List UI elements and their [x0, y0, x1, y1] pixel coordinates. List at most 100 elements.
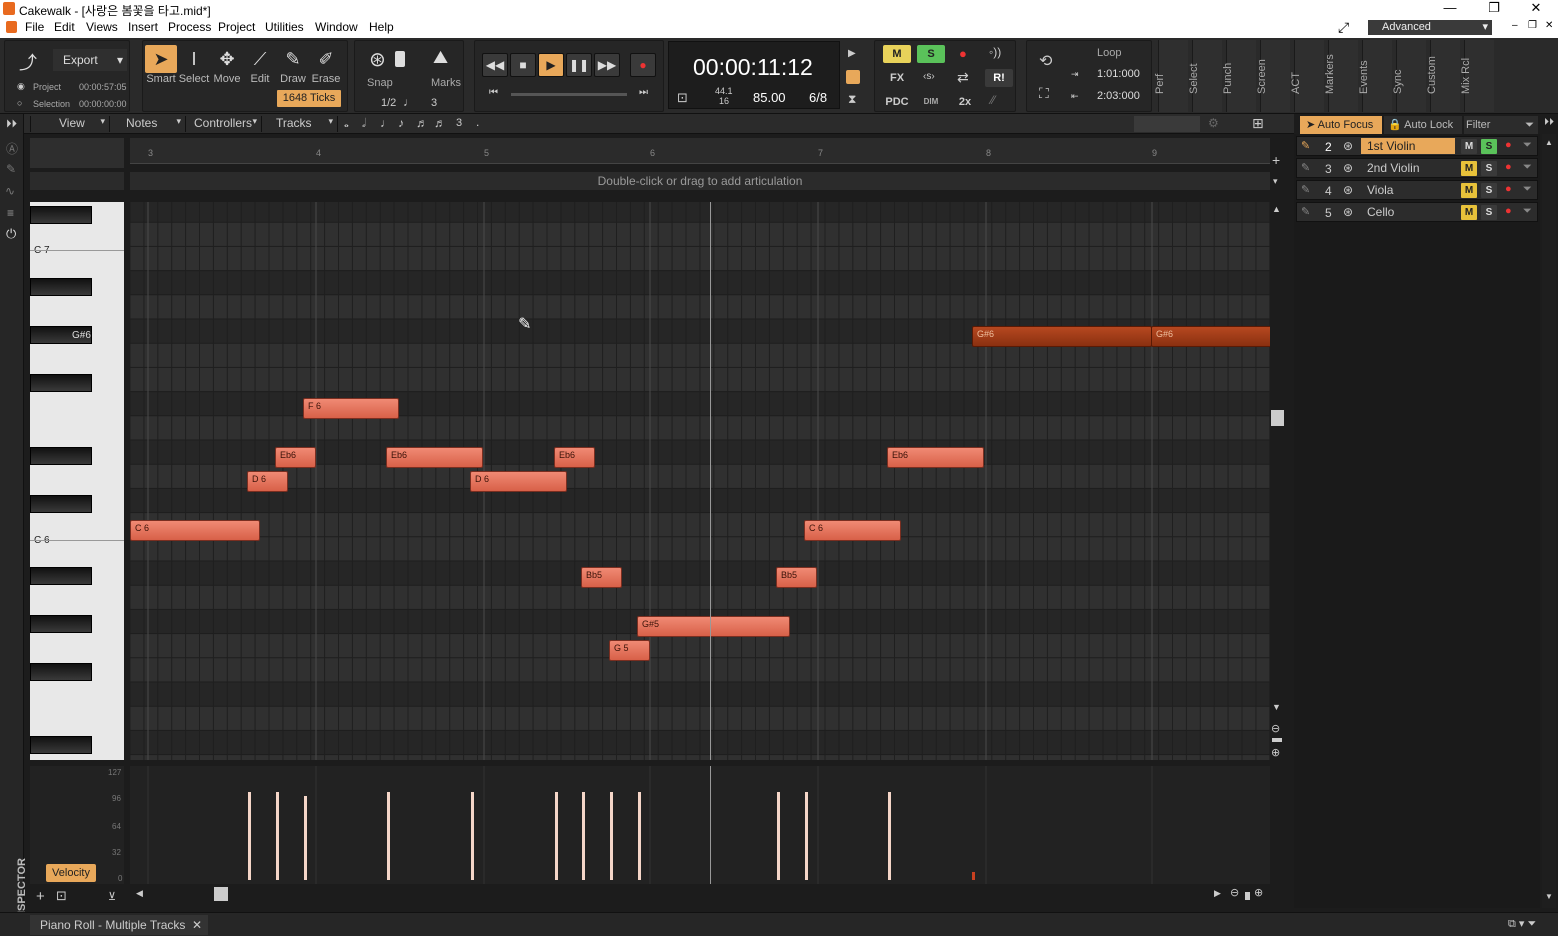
track-name[interactable]: Cello	[1361, 204, 1455, 220]
half-note-icon[interactable]: 𝅗𝅥	[362, 116, 366, 131]
arm-icon[interactable]: ●	[1505, 205, 1512, 217]
meter-value[interactable]: 6/8	[809, 90, 827, 105]
settings-icon[interactable]: ⚙	[1208, 116, 1219, 130]
mute-all-button[interactable]: M	[883, 45, 911, 63]
custom-tab[interactable]: Custom	[1426, 40, 1460, 112]
arm-icon[interactable]: ●	[1505, 183, 1512, 195]
view-menu[interactable]: View ▾	[30, 116, 110, 132]
velocity-bar[interactable]	[248, 792, 251, 880]
menu-insert[interactable]: Insert	[128, 20, 158, 34]
loop-icon[interactable]: ⟲	[1039, 51, 1052, 71]
list-icon[interactable]: ≡	[7, 206, 14, 220]
velocity-bar[interactable]	[555, 792, 558, 880]
mute-button[interactable]: M	[1461, 139, 1477, 154]
select-tab[interactable]: Select	[1188, 40, 1222, 112]
pen-icon[interactable]: ✎	[6, 162, 16, 176]
note-c6[interactable]: C 6	[130, 520, 260, 541]
track-row[interactable]: ✎ 3 ⊛ 2nd Violin M S ● ⏷	[1296, 158, 1538, 178]
now-marker[interactable]	[710, 202, 711, 760]
note-bb5[interactable]: Bb5	[776, 567, 817, 588]
note-f6[interactable]: F 6	[303, 398, 399, 419]
pencil-icon[interactable]: ✎	[1301, 161, 1310, 174]
sixteenth-note-icon[interactable]: ♬	[416, 116, 428, 130]
rewind-button[interactable]: ◀◀	[482, 53, 508, 77]
menu-utilities[interactable]: Utilities	[265, 20, 304, 34]
waveform-icon[interactable]: ∿	[5, 184, 15, 198]
track-row[interactable]: ✎ 2 ⊛ 1st Violin M S ● ⏷	[1296, 136, 1538, 156]
edit-tool-button[interactable]: ⟋ Edit	[244, 45, 276, 89]
pause-button[interactable]: ❚❚	[566, 53, 592, 77]
track-filter-icon[interactable]: ⏷	[1523, 205, 1532, 218]
text-icon[interactable]: Ⓐ	[6, 140, 18, 157]
perf-tab[interactable]: Perf	[1154, 40, 1188, 112]
zoom-in-v-icon[interactable]: ⊕	[1271, 746, 1280, 759]
scroll-down-icon[interactable]: ▼	[1545, 892, 1553, 901]
note-d6[interactable]: D 6	[470, 471, 567, 492]
stop-button[interactable]: ■	[510, 53, 536, 77]
whole-note-icon[interactable]: 𝅝	[344, 116, 349, 131]
fit-icon[interactable]: ⊡	[56, 888, 67, 904]
quarter-note-icon[interactable]: ♩	[380, 116, 392, 130]
scroll-left-icon[interactable]: ◀	[136, 888, 143, 899]
note-icon[interactable]: ♩	[403, 95, 415, 109]
mute-button[interactable]: M	[1461, 183, 1477, 198]
markers-tab[interactable]: Markers	[1324, 40, 1358, 112]
solo-button[interactable]: S	[1481, 183, 1497, 198]
black-key[interactable]	[30, 736, 92, 754]
mute-button[interactable]: M	[1461, 205, 1477, 220]
menu-file[interactable]: File	[25, 20, 44, 34]
lane-options-icon[interactable]: ⊻	[108, 890, 116, 903]
velocity-bar[interactable]	[805, 792, 808, 880]
link-icon[interactable]: ‹s›	[923, 71, 935, 82]
dim-button[interactable]: DIM	[917, 93, 945, 111]
velocity-bar[interactable]	[276, 792, 279, 880]
record-button[interactable]: ●	[630, 53, 656, 77]
position-slider[interactable]	[511, 93, 627, 96]
h-zoom-thumb[interactable]	[1245, 892, 1250, 900]
note-grid[interactable]: C 6 D 6 Eb6 F 6 Eb6 D 6 Eb6 Bb5 G 5 G#5 …	[130, 202, 1270, 760]
expand-tracks-icon[interactable]: ⏵⏵	[1544, 117, 1554, 128]
solo-button[interactable]: S	[1481, 139, 1497, 154]
menu-edit[interactable]: Edit	[54, 20, 75, 34]
erase-tool-button[interactable]: ✐ Erase	[310, 45, 342, 89]
zoom-field[interactable]	[1134, 116, 1200, 132]
track-row[interactable]: ✎ 5 ⊛ Cello M S ● ⏷	[1296, 202, 1538, 222]
punch-icon[interactable]: ⛶	[1039, 85, 1049, 102]
power-icon[interactable]: ⏻	[6, 226, 16, 242]
tempo-value[interactable]: 85.00	[753, 90, 786, 105]
note-eb6[interactable]: Eb6	[554, 447, 595, 468]
velocity-bar[interactable]	[610, 792, 613, 880]
loop-start[interactable]: 1:01:000	[1097, 68, 1140, 80]
black-key[interactable]	[30, 447, 92, 465]
triplet-toggle[interactable]: 3	[456, 117, 462, 129]
velocity-bar[interactable]	[387, 792, 390, 880]
track-name[interactable]: Viola	[1361, 182, 1455, 198]
close-button[interactable]: ✕	[1516, 0, 1556, 18]
velocity-bar[interactable]	[777, 792, 780, 880]
workspace-dropdown[interactable]: Advanced ▾	[1368, 20, 1492, 35]
black-key[interactable]	[30, 567, 92, 585]
play-selection-icon[interactable]: ▶	[848, 48, 856, 59]
note-c6[interactable]: C 6	[804, 520, 901, 541]
zoom-in-h-icon[interactable]: ⊕	[1254, 886, 1263, 899]
solo-button[interactable]: S	[1481, 161, 1497, 176]
expand-inspector-icon[interactable]: ⏵⏵	[6, 118, 17, 131]
mute-button[interactable]: M	[1461, 161, 1477, 176]
dotted-toggle[interactable]: .	[476, 115, 479, 129]
play-button[interactable]: ▶	[538, 53, 564, 77]
expand-icon[interactable]: ⤢	[1338, 19, 1349, 36]
marks-icon[interactable]: ⛰	[433, 47, 448, 68]
move-tool-button[interactable]: ✥ Move	[211, 45, 243, 89]
track-pane-scrollbar[interactable]: ▲ ▼	[1542, 134, 1556, 908]
solo-all-button[interactable]: S	[917, 45, 945, 63]
record-mode-icon[interactable]	[846, 70, 860, 84]
region-fx-button[interactable]: R!	[985, 69, 1013, 87]
tracks-menu[interactable]: Tracks ▾	[262, 116, 338, 132]
black-key[interactable]	[30, 615, 92, 633]
thirtysecond-note-icon[interactable]: ♬	[434, 116, 446, 130]
note-bb5[interactable]: Bb5	[581, 567, 622, 588]
black-key[interactable]	[30, 374, 92, 392]
arm-icon[interactable]: ●	[1505, 139, 1512, 151]
black-key[interactable]	[30, 495, 92, 513]
sync-tab[interactable]: Sync	[1392, 40, 1426, 112]
